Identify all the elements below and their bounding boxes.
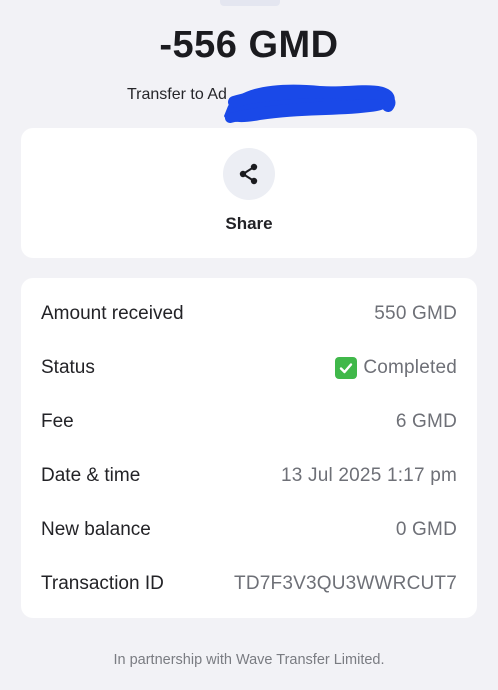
fee-value: 6 GMD xyxy=(395,411,457,432)
partnership-footer: In partnership with Wave Transfer Limite… xyxy=(113,652,385,668)
detail-row-fee: Fee 6 GMD xyxy=(41,395,457,449)
transaction-detail-screen: -556 GMD Transfer to Ad Share Amount rec… xyxy=(0,0,498,690)
status-value: Completed xyxy=(363,357,457,378)
share-icon-circle xyxy=(223,148,275,200)
amount-received-value: 550 GMD xyxy=(374,303,457,324)
detail-label: Date & time xyxy=(41,465,141,486)
detail-row-amount-received: Amount received 550 GMD xyxy=(41,287,457,341)
new-balance-value: 0 GMD xyxy=(395,519,457,540)
share-label: Share xyxy=(225,214,273,233)
detail-label: Transaction ID xyxy=(41,573,164,594)
detail-value[interactable]: TD7F3V3QU3WWRCUT7 xyxy=(234,573,457,595)
detail-row-date-time: Date & time 13 Jul 2025 1:17 pm xyxy=(41,449,457,503)
share-button[interactable]: Share xyxy=(221,148,277,238)
check-mark-icon xyxy=(335,357,358,379)
transaction-amount: -556 GMD xyxy=(159,24,339,66)
detail-label: New balance xyxy=(41,519,151,540)
detail-row-transaction-id: Transaction ID TD7F3V3QU3WWRCUT7 xyxy=(41,557,457,611)
detail-row-status: Status Completed xyxy=(41,341,457,395)
transaction-details-card: Amount received 550 GMD Status Completed… xyxy=(21,278,477,618)
share-icon xyxy=(239,163,258,185)
detail-value: Completed xyxy=(335,357,457,379)
detail-value: 0 GMD xyxy=(396,519,457,541)
detail-value: 13 Jul 2025 1:17 pm xyxy=(281,465,457,487)
transfer-recipient-line: Transfer to Ad xyxy=(0,84,498,132)
redaction-scribble xyxy=(224,84,396,123)
detail-row-new-balance: New balance 0 GMD xyxy=(41,503,457,557)
transaction-id-value[interactable]: TD7F3V3QU3WWRCUT7 xyxy=(234,573,457,595)
date-time-value: 13 Jul 2025 1:17 pm xyxy=(281,465,457,486)
detail-label: Fee xyxy=(41,411,74,432)
transfer-recipient-text: Transfer to Ad xyxy=(127,86,227,103)
sheet-handle xyxy=(220,0,280,6)
detail-label: Status xyxy=(41,357,95,378)
actions-card: Share xyxy=(21,128,477,258)
detail-label: Amount received xyxy=(41,303,184,324)
detail-value: 550 GMD xyxy=(374,303,457,325)
detail-value: 6 GMD xyxy=(396,411,457,433)
